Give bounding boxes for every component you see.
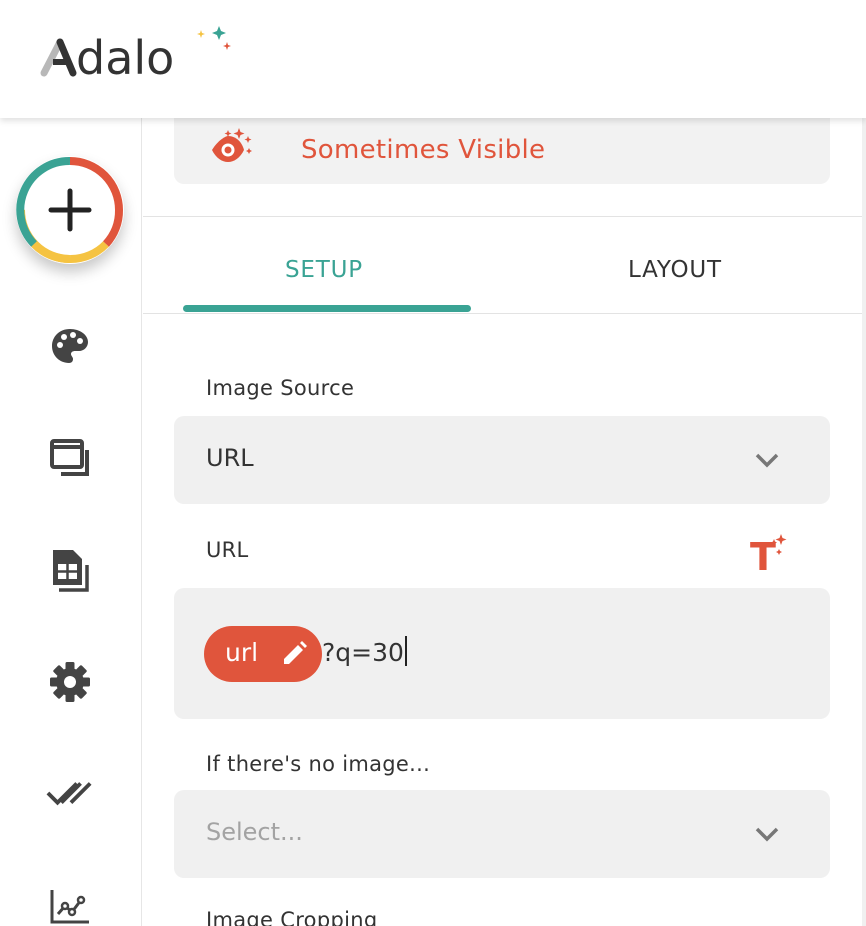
adalo-logo[interactable]: dalo <box>38 22 238 86</box>
sparkle-eye-icon <box>210 126 258 170</box>
pencil-icon[interactable] <box>280 640 308 672</box>
left-sidebar <box>0 118 142 926</box>
active-tab-indicator <box>183 305 471 312</box>
svg-text:T: T <box>750 535 776 576</box>
image-cropping-label: Image Cropping <box>206 908 378 926</box>
visibility-card[interactable]: Sometimes Visible <box>174 118 830 184</box>
palette-icon[interactable] <box>46 322 94 370</box>
canvas-edge <box>862 118 866 926</box>
settings-tabs: SETUP LAYOUT <box>143 217 862 313</box>
double-check-icon[interactable] <box>46 770 94 818</box>
chip-label: url <box>225 638 259 667</box>
screens-icon[interactable] <box>46 434 94 482</box>
image-source-select[interactable]: URL <box>174 416 830 504</box>
url-input[interactable]: url ?q=30 <box>174 588 830 719</box>
gear-icon[interactable] <box>46 658 94 706</box>
chevron-down-icon <box>752 448 782 476</box>
text-cursor <box>404 636 407 666</box>
component-settings-panel: Sometimes Visible SETUP LAYOUT Image Sou… <box>143 118 862 926</box>
no-image-label: If there's no image... <box>206 752 431 776</box>
chevron-down-icon <box>752 822 782 850</box>
url-text: ?q=30 <box>322 636 407 667</box>
divider <box>143 313 862 314</box>
top-header: dalo <box>0 0 866 118</box>
image-source-value: URL <box>206 444 254 472</box>
svg-text:dalo: dalo <box>76 31 174 82</box>
logo-mark-icon: dalo <box>40 26 231 85</box>
magic-text-chip[interactable]: url <box>204 626 322 682</box>
no-image-placeholder: Select... <box>206 818 303 846</box>
magic-text-icon[interactable]: T <box>750 532 790 580</box>
url-label: URL <box>206 538 249 562</box>
tab-setup[interactable]: SETUP <box>285 257 363 283</box>
no-image-select[interactable]: Select... <box>174 790 830 878</box>
visibility-label: Sometimes Visible <box>301 135 546 165</box>
analytics-icon[interactable] <box>46 882 94 926</box>
add-component-button[interactable] <box>16 156 124 264</box>
image-source-label: Image Source <box>206 376 355 400</box>
tab-layout[interactable]: LAYOUT <box>628 257 722 283</box>
database-icon[interactable] <box>46 546 94 594</box>
plus-icon <box>16 156 124 264</box>
